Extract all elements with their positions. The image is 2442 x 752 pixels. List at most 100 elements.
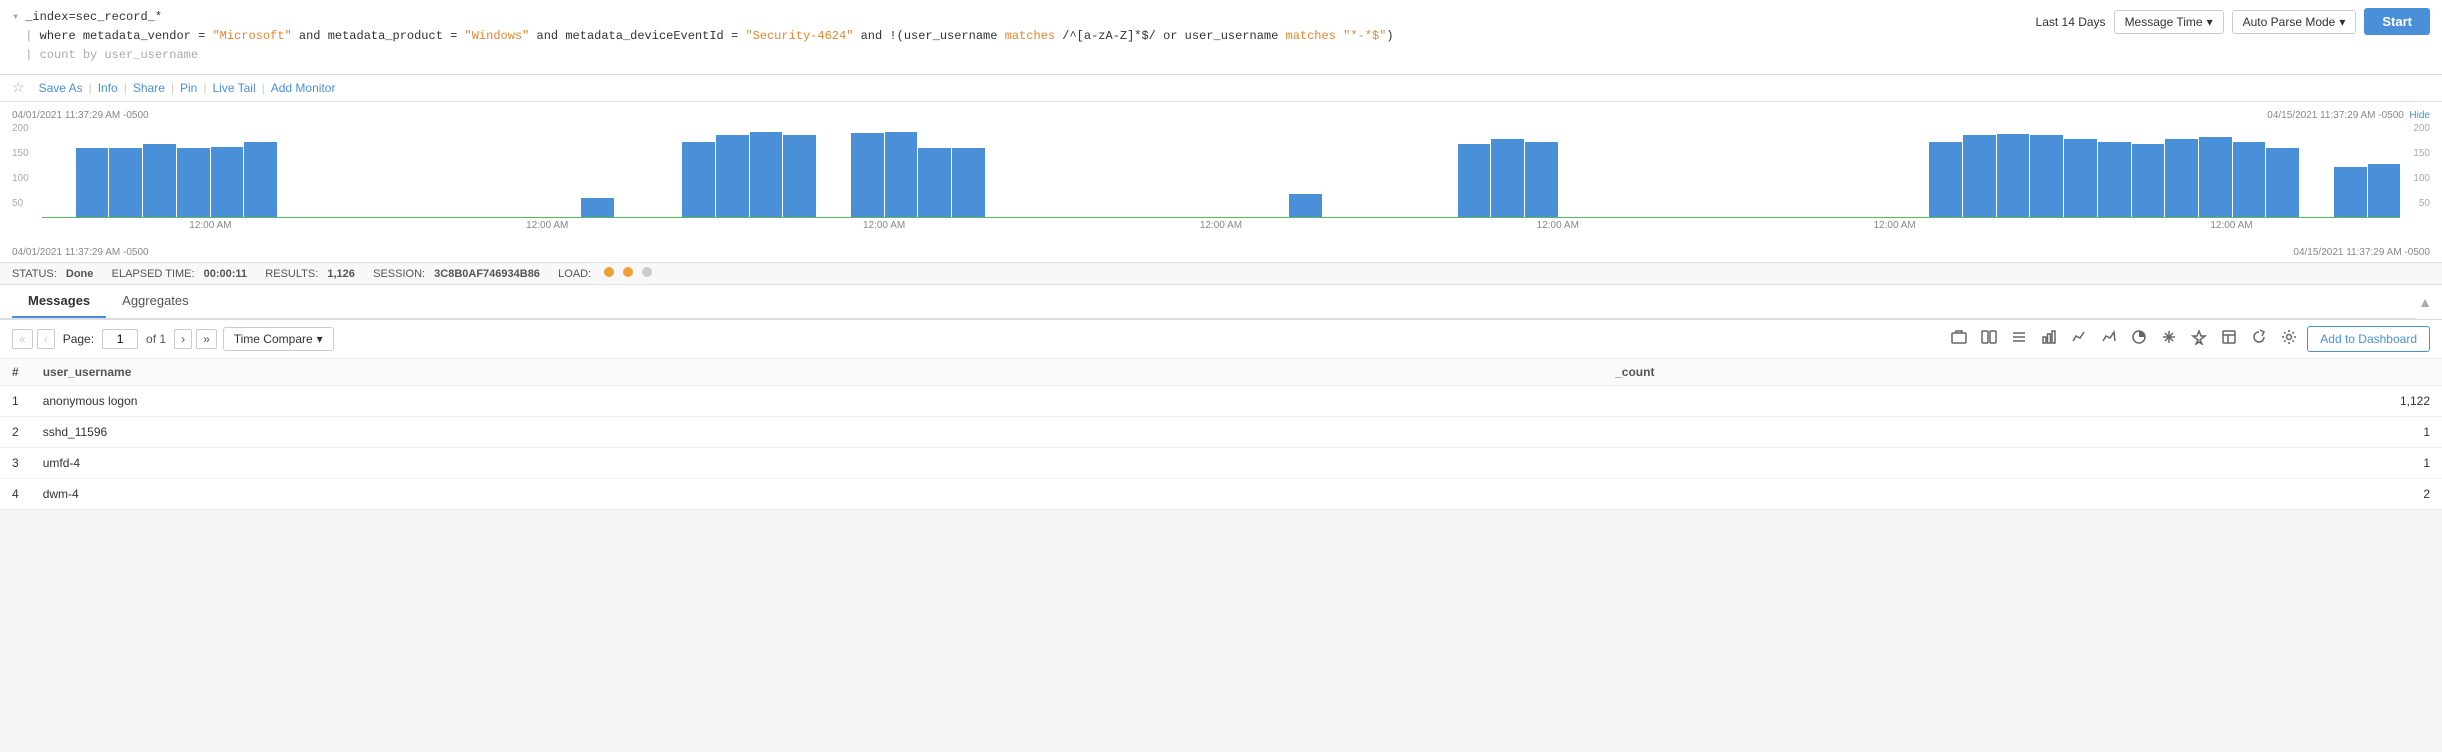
chart-bar [1525,142,1558,217]
chart-bar [783,135,816,216]
collapse-results-button[interactable]: ▲ [2416,292,2434,312]
chart-bar [1795,216,1828,217]
session-label: SESSION: [373,268,425,280]
chart-bar [177,148,210,217]
chart-bar [42,216,75,217]
toolbar: ☆ Save As | Info | Share | Pin | Live Ta… [0,75,2442,102]
table-row: 3 umfd-4 1 [0,447,2442,478]
info-link[interactable]: Info [94,79,122,97]
results-label: RESULTS: [265,268,318,280]
share-link[interactable]: Share [129,79,169,97]
time-range-label: Last 14 Days [2036,15,2106,29]
chart-bar [1929,142,1962,217]
of-label: of 1 [146,332,166,346]
query-toggle[interactable]: ▾ [12,8,19,27]
chart-start-time: 04/01/2021 11:37:29 AM -0500 [12,110,149,121]
results-toolbar: « ‹ Page: of 1 › » Time Compare ▾ [0,320,2442,359]
parse-mode-dropdown[interactable]: Auto Parse Mode ▾ [2232,10,2357,34]
star-icon[interactable]: ☆ [12,79,25,96]
chart-bar [2064,139,2097,217]
chart-bar [211,147,244,217]
pie-chart-icon-button[interactable] [2127,327,2151,350]
chart-bar [2030,135,2063,216]
chart-bar [986,216,1019,217]
top-bar: ▾ _index=sec_record_* | where metadata_v… [0,0,2442,75]
col-header-count: _count [1603,359,2442,386]
chart-bar [1087,216,1120,217]
chart-bar [1727,216,1760,217]
query-line3: | count by user_username [25,46,1393,65]
results-section: Messages Aggregates ▲ « ‹ Page: of 1 › »… [0,285,2442,510]
bar-chart-icon-button[interactable] [2037,327,2061,350]
chevron-down-icon: ▾ [317,332,323,346]
pin-icon-button[interactable] [2187,327,2211,350]
pin-link[interactable]: Pin [176,79,201,97]
col-header-username: user_username [31,359,1603,386]
chart-bar [1660,216,1693,217]
chart-bar [1289,194,1322,217]
chart-bar [2132,144,2165,217]
add-monitor-link[interactable]: Add Monitor [267,79,340,97]
prev-page-button[interactable]: ‹ [37,329,55,349]
chart-bar [649,216,682,217]
columns-icon-button[interactable] [1977,327,2001,350]
chart-bar [1222,216,1255,217]
chevron-down-icon: ▾ [2207,15,2213,29]
last-page-button[interactable]: » [196,329,217,349]
query-line2: | where metadata_vendor = "Microsoft" an… [25,27,1393,46]
chart-bar [1121,216,1154,217]
chart-bar [1828,216,1861,217]
save-as-link[interactable]: Save As [35,79,87,97]
settings-icon-button[interactable] [2157,327,2181,350]
area-chart-icon-button[interactable] [2097,327,2121,350]
chart-bottom-timestamps: 04/01/2021 11:37:29 AM -0500 04/15/2021 … [12,243,2430,262]
load-dot-2 [623,267,633,277]
chart-bar [1693,216,1726,217]
chart-bar [750,132,783,217]
chart-bar [143,144,176,217]
cell-username: dwm-4 [31,478,1603,509]
query-area: ▾ _index=sec_record_* | where metadata_v… [12,8,2036,66]
live-tail-link[interactable]: Live Tail [208,79,259,97]
time-compare-button[interactable]: Time Compare ▾ [223,327,334,351]
chart-end-time: 04/15/2021 11:37:29 AM -0500 [2267,110,2404,121]
load-label: LOAD: [558,268,591,280]
chart-hide-link[interactable]: Hide [2409,110,2430,121]
chart-wrapper: 200 150 100 50 12:00 AM 12:00 AM 12:00 A… [12,123,2430,243]
table-row: 1 anonymous logon 1,122 [0,385,2442,416]
add-to-dashboard-button[interactable]: Add to Dashboard [2307,326,2430,352]
page-input[interactable] [102,329,138,349]
line-chart-icon-button[interactable] [2067,327,2091,350]
bars-container [42,123,2400,218]
chart-bar [2165,139,2198,217]
chart-bar [1390,216,1423,217]
table-icon-button[interactable] [2217,327,2241,350]
chart-bar [885,132,918,217]
start-button[interactable]: Start [2364,8,2430,35]
export-icon-button[interactable] [1947,327,1971,350]
tab-aggregates[interactable]: Aggregates [106,285,205,318]
next-page-button[interactable]: › [174,329,192,349]
chart-bar [1255,216,1288,217]
chart-bar [2368,164,2401,217]
refresh-icon-button[interactable] [2247,327,2271,350]
chart-bar [480,216,513,217]
elapsed-label: ELAPSED TIME: [112,268,195,280]
first-page-button[interactable]: « [12,329,33,349]
chart-bar [413,216,446,217]
chart-bar [2233,142,2266,217]
cell-num: 3 [0,447,31,478]
cell-num: 1 [0,385,31,416]
chart-bar [446,216,479,217]
tab-messages[interactable]: Messages [12,285,106,318]
chart-bar [1761,216,1794,217]
chart-bar [2199,137,2232,217]
gear-icon-button[interactable] [2277,327,2301,350]
session-value: 3C8B0AF746934B86 [434,268,540,280]
status-bar: STATUS: Done ELAPSED TIME: 00:00:11 RESU… [0,263,2442,285]
chart-bar [1154,216,1187,217]
table-row: 4 dwm-4 2 [0,478,2442,509]
fields-icon-button[interactable] [2007,327,2031,350]
chart-bar [1862,216,1895,217]
message-time-dropdown[interactable]: Message Time ▾ [2114,10,2224,34]
